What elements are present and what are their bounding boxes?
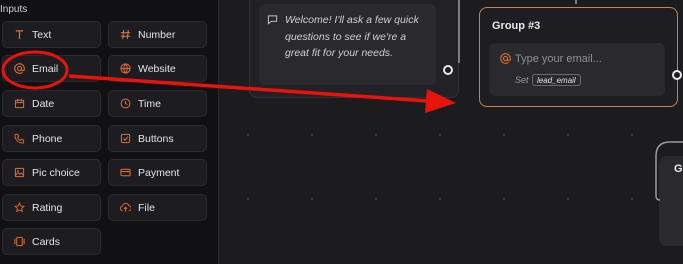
block-number[interactable]: Number <box>108 21 207 48</box>
block-label: Payment <box>138 166 180 179</box>
upload-icon <box>119 202 131 214</box>
block-label: Time <box>138 97 161 110</box>
group-title[interactable]: Group #3 <box>492 20 540 32</box>
globe-icon <box>119 63 131 75</box>
variable-pill[interactable]: lead_email <box>532 74 581 86</box>
block-text[interactable]: Text <box>2 21 101 48</box>
welcome-output-handle[interactable] <box>443 65 453 75</box>
hash-icon <box>119 29 131 41</box>
block-website[interactable]: Website <box>108 55 207 82</box>
at-icon <box>13 63 25 75</box>
chat-bubble-icon <box>267 14 279 85</box>
block-label: Email <box>32 62 59 75</box>
block-label: Date <box>32 97 55 110</box>
block-file[interactable]: File <box>108 194 207 221</box>
block-label: Cards <box>32 235 61 248</box>
phone-icon <box>13 133 25 145</box>
block-label: Phone <box>32 132 63 145</box>
block-label: Rating <box>32 201 63 214</box>
calendar-icon <box>13 98 25 110</box>
checkbox-icon <box>119 133 131 145</box>
text-icon <box>13 29 25 41</box>
section-title-inputs: Inputs <box>0 4 28 15</box>
block-time[interactable]: Time <box>108 90 207 117</box>
blocks-sidebar: Inputs Text Number Email Website Date Ti… <box>0 0 219 264</box>
block-label: Buttons <box>138 132 174 145</box>
cards-icon <box>13 236 25 248</box>
block-pic-choice[interactable]: Pic choice <box>2 159 101 186</box>
block-cards[interactable]: Cards <box>2 228 101 255</box>
welcome-message: Welcome! I'll ask a few quick questions … <box>285 14 419 59</box>
email-placeholder: Type your email... <box>515 53 602 65</box>
email-input-block[interactable] <box>489 43 665 96</box>
email-output-handle[interactable] <box>672 70 682 80</box>
block-label: Website <box>138 62 176 75</box>
set-variable-label: Set <box>515 75 529 85</box>
block-buttons[interactable]: Buttons <box>108 125 207 152</box>
block-rating[interactable]: Rating <box>2 194 101 221</box>
block-label: Number <box>138 28 176 41</box>
block-label: Pic choice <box>32 166 80 179</box>
block-payment[interactable]: Payment <box>108 159 207 186</box>
image-icon <box>13 167 25 179</box>
credit-card-icon <box>119 167 131 179</box>
next-group-title: G <box>674 163 683 175</box>
at-icon <box>500 53 511 67</box>
block-label: File <box>138 201 155 214</box>
welcome-text-bubble[interactable]: Welcome! I'll ask a few quick questions … <box>259 4 436 85</box>
block-date[interactable]: Date <box>2 90 101 117</box>
block-email[interactable]: Email <box>2 55 101 82</box>
clock-icon <box>119 98 131 110</box>
star-icon <box>13 202 25 214</box>
block-phone[interactable]: Phone <box>2 125 101 152</box>
block-label: Text <box>32 28 52 41</box>
